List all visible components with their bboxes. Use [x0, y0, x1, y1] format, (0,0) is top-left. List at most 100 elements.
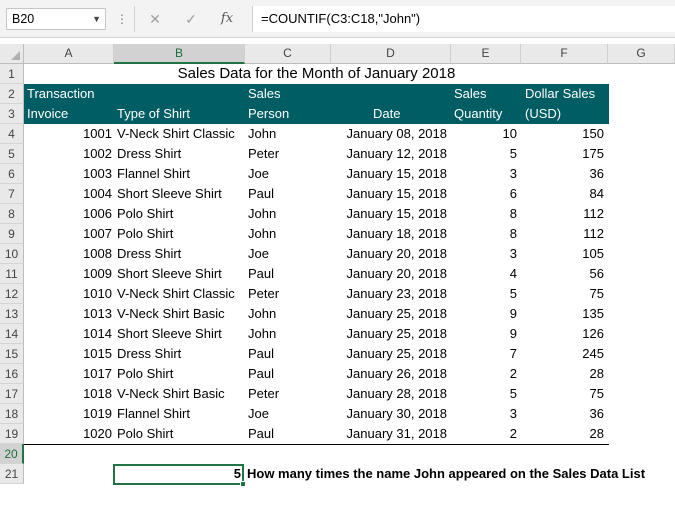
invoice-cell[interactable]: 1017 — [24, 364, 116, 384]
active-cell-b20[interactable] — [113, 464, 246, 487]
row-header-13[interactable]: 13 — [0, 304, 24, 324]
more-options-icon[interactable]: ⋮ — [116, 9, 128, 29]
row-header-11[interactable]: 11 — [0, 264, 24, 284]
column-header-g[interactable]: G — [608, 44, 675, 64]
invoice-cell[interactable]: 1003 — [24, 164, 116, 184]
date-cell[interactable]: January 15, 2018 — [331, 164, 451, 184]
row-header-4[interactable]: 4 — [0, 124, 24, 144]
row-header-17[interactable]: 17 — [0, 384, 24, 404]
date-cell[interactable]: January 08, 2018 — [331, 124, 451, 144]
shirt-type-cell[interactable]: Dress Shirt — [114, 244, 245, 264]
shirt-type-cell[interactable]: Polo Shirt — [114, 204, 245, 224]
dollar-sales-cell[interactable]: 36 — [521, 164, 608, 184]
row-header-10[interactable]: 10 — [0, 244, 24, 264]
quantity-cell[interactable]: 3 — [451, 164, 521, 184]
shirt-type-cell[interactable]: Short Sleeve Shirt — [114, 324, 245, 344]
column-header-f[interactable]: F — [521, 44, 608, 64]
sales-person-cell[interactable]: Joe — [245, 164, 331, 184]
dollar-sales-cell[interactable]: 28 — [521, 424, 608, 444]
dollar-sales-cell[interactable]: 245 — [521, 344, 608, 364]
shirt-type-cell[interactable]: V-Neck Shirt Basic — [114, 304, 245, 324]
invoice-cell[interactable]: 1020 — [24, 424, 116, 444]
dollar-sales-cell[interactable]: 84 — [521, 184, 608, 204]
shirt-type-cell[interactable]: Dress Shirt — [114, 344, 245, 364]
row-header-16[interactable]: 16 — [0, 364, 24, 384]
invoice-cell[interactable]: 1008 — [24, 244, 116, 264]
invoice-cell[interactable]: 1001 — [24, 124, 116, 144]
shirt-type-cell[interactable]: Short Sleeve Shirt — [114, 264, 245, 284]
sales-person-cell[interactable]: John — [245, 224, 331, 244]
invoice-cell[interactable]: 1019 — [24, 404, 116, 424]
date-cell[interactable]: January 25, 2018 — [331, 344, 451, 364]
quantity-cell[interactable]: 9 — [451, 304, 521, 324]
sales-person-cell[interactable]: Paul — [245, 344, 331, 364]
date-cell[interactable]: January 20, 2018 — [331, 264, 451, 284]
dollar-sales-cell[interactable]: 175 — [521, 144, 608, 164]
quantity-cell[interactable]: 2 — [451, 424, 521, 444]
shirt-type-cell[interactable]: Flannel Shirt — [114, 404, 245, 424]
row-header-5[interactable]: 5 — [0, 144, 24, 164]
date-cell[interactable]: January 28, 2018 — [331, 384, 451, 404]
sales-person-cell[interactable]: Peter — [245, 284, 331, 304]
shirt-type-cell[interactable]: V-Neck Shirt Classic — [114, 124, 245, 144]
shirt-type-cell[interactable]: Polo Shirt — [114, 424, 245, 444]
dollar-sales-cell[interactable]: 112 — [521, 204, 608, 224]
date-cell[interactable]: January 25, 2018 — [331, 324, 451, 344]
row-header-1[interactable]: 1 — [0, 64, 24, 84]
row-header-8[interactable]: 8 — [0, 204, 24, 224]
invoice-cell[interactable]: 1010 — [24, 284, 116, 304]
dollar-sales-cell[interactable]: 135 — [521, 304, 608, 324]
row-header-18[interactable]: 18 — [0, 404, 24, 424]
dollar-sales-cell[interactable]: 56 — [521, 264, 608, 284]
sales-person-cell[interactable]: Peter — [245, 144, 331, 164]
dollar-sales-cell[interactable]: 75 — [521, 384, 608, 404]
row-header-2[interactable]: 2 — [0, 84, 24, 104]
sales-person-cell[interactable]: John — [245, 124, 331, 144]
date-cell[interactable]: January 31, 2018 — [331, 424, 451, 444]
row-header-12[interactable]: 12 — [0, 284, 24, 304]
insert-function-icon[interactable]: fx — [216, 9, 238, 29]
sales-person-cell[interactable]: Paul — [245, 424, 331, 444]
quantity-cell[interactable]: 10 — [451, 124, 521, 144]
quantity-cell[interactable]: 5 — [451, 144, 521, 164]
row-header-21[interactable]: 21 — [0, 464, 24, 484]
dollar-sales-cell[interactable]: 150 — [521, 124, 608, 144]
row-header-9[interactable]: 9 — [0, 224, 24, 244]
column-header-a[interactable]: A — [24, 44, 114, 64]
quantity-cell[interactable]: 2 — [451, 364, 521, 384]
row-header-14[interactable]: 14 — [0, 324, 24, 344]
shirt-type-cell[interactable]: Short Sleeve Shirt — [114, 184, 245, 204]
dollar-sales-cell[interactable]: 105 — [521, 244, 608, 264]
quantity-cell[interactable]: 3 — [451, 404, 521, 424]
quantity-cell[interactable]: 3 — [451, 244, 521, 264]
sales-person-cell[interactable]: Peter — [245, 384, 331, 404]
shirt-type-cell[interactable]: V-Neck Shirt Classic — [114, 284, 245, 304]
sales-person-cell[interactable]: John — [245, 304, 331, 324]
date-cell[interactable]: January 23, 2018 — [331, 284, 451, 304]
name-box[interactable]: B20 ▼ — [6, 8, 106, 30]
quantity-cell[interactable]: 6 — [451, 184, 521, 204]
column-header-d[interactable]: D — [331, 44, 451, 64]
shirt-type-cell[interactable]: Flannel Shirt — [114, 164, 245, 184]
date-cell[interactable]: January 15, 2018 — [331, 204, 451, 224]
invoice-cell[interactable]: 1007 — [24, 224, 116, 244]
row-header-20[interactable]: 20 — [0, 444, 24, 464]
quantity-cell[interactable]: 5 — [451, 284, 521, 304]
formula-input[interactable]: =COUNTIF(C3:C18,"John") — [252, 6, 675, 32]
date-cell[interactable]: January 30, 2018 — [331, 404, 451, 424]
date-cell[interactable]: January 15, 2018 — [331, 184, 451, 204]
shirt-type-cell[interactable]: Dress Shirt — [114, 144, 245, 164]
sales-person-cell[interactable]: John — [245, 324, 331, 344]
quantity-cell[interactable]: 4 — [451, 264, 521, 284]
column-header-c[interactable]: C — [245, 44, 331, 64]
shirt-type-cell[interactable]: Polo Shirt — [114, 364, 245, 384]
invoice-cell[interactable]: 1013 — [24, 304, 116, 324]
select-all-button[interactable] — [0, 44, 24, 64]
worksheet-grid[interactable]: Sales Data for the Month of January 2018… — [24, 64, 675, 510]
quantity-cell[interactable]: 8 — [451, 224, 521, 244]
dollar-sales-cell[interactable]: 112 — [521, 224, 608, 244]
quantity-cell[interactable]: 8 — [451, 204, 521, 224]
chevron-down-icon[interactable]: ▼ — [92, 9, 101, 29]
row-header-3[interactable]: 3 — [0, 104, 24, 124]
date-cell[interactable]: January 26, 2018 — [331, 364, 451, 384]
